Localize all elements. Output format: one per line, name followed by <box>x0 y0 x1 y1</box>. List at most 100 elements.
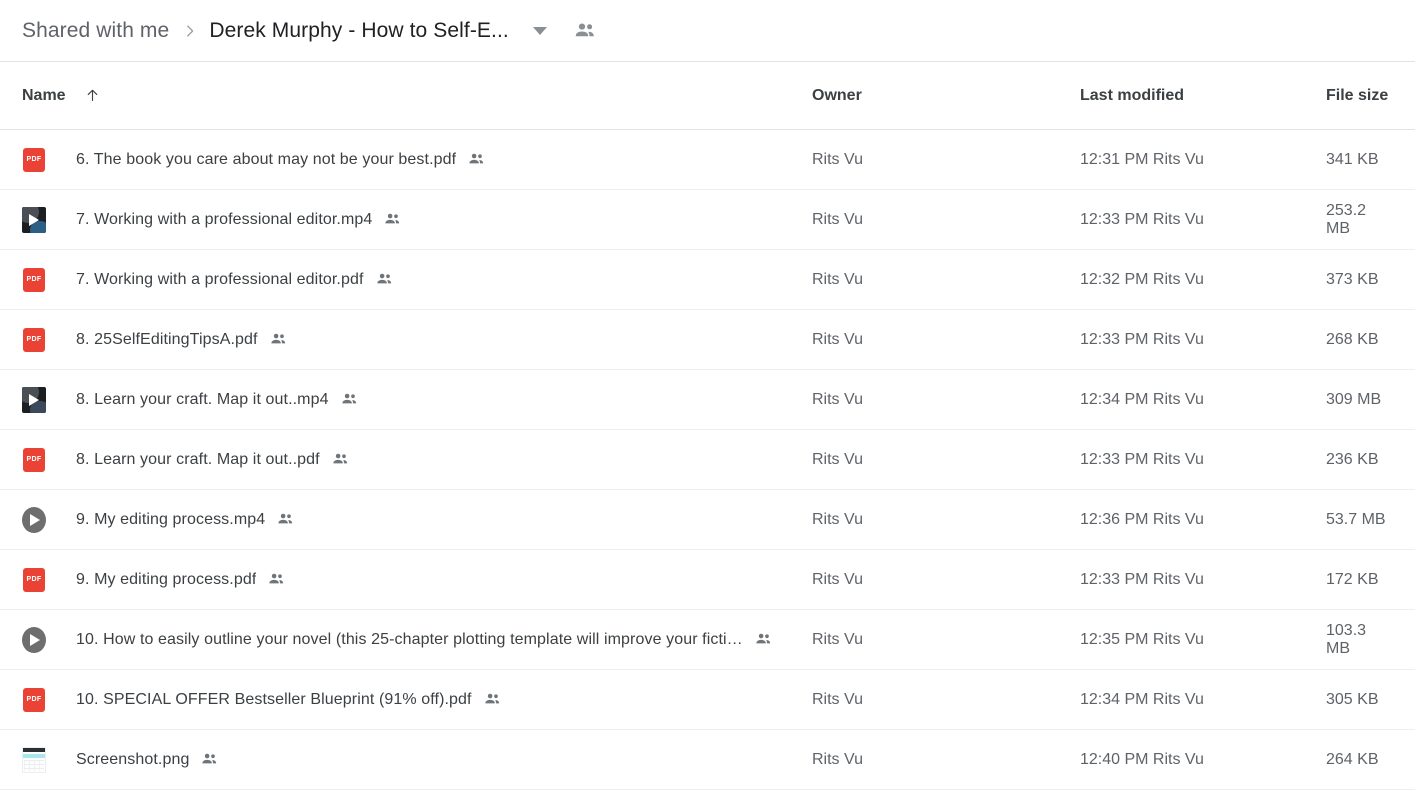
file-name-cell[interactable]: 7. Working with a professional editor.mp… <box>22 206 812 233</box>
file-row[interactable]: 7. Working with a professional editor.mp… <box>0 190 1415 250</box>
pdf-icon-label: PDF <box>23 567 45 592</box>
people-shared-icon <box>754 630 773 649</box>
file-size: 172 KB <box>1326 570 1379 588</box>
file-row[interactable]: 10. How to easily outline your novel (th… <box>0 610 1415 670</box>
file-row[interactable]: 8. Learn your craft. Map it out..mp4 Rits… <box>0 370 1415 430</box>
pdf-icon: PDF <box>22 327 46 352</box>
table-header-row: Name Owner Last modified File size <box>0 62 1415 130</box>
image-thumbnail-preview <box>22 746 46 773</box>
pdf-icon-label: PDF <box>23 147 45 172</box>
column-header-name-label: Name <box>22 86 66 104</box>
pdf-icon: PDF <box>22 687 46 712</box>
people-shared-icon <box>331 450 350 469</box>
column-header-owner[interactable]: Owner <box>812 87 1080 105</box>
video-thumbnail-image <box>22 206 46 233</box>
video-play-circle-icon <box>22 626 46 653</box>
video-thumbnail-icon <box>22 206 46 233</box>
image-thumbnail-icon <box>22 746 46 773</box>
file-name-label: 10. How to easily outline your novel (th… <box>76 630 743 648</box>
file-list: PDF 6. The book you care about may not be… <box>0 130 1415 790</box>
file-last-modified: 12:33 PM Rits Vu <box>1080 330 1204 348</box>
file-name-cell[interactable]: 9. My editing process.mp4 <box>22 506 812 533</box>
file-row[interactable]: PDF 8. Learn your craft. Map it out..pdf R… <box>0 430 1415 490</box>
file-name-label: Screenshot.png <box>76 750 190 768</box>
play-circle-shape <box>22 626 46 653</box>
file-name-cell[interactable]: PDF 6. The book you care about may not be… <box>22 147 812 172</box>
file-name-cell[interactable]: Screenshot.png <box>22 746 812 773</box>
file-name-cell[interactable]: PDF 9. My editing process.pdf <box>22 567 812 592</box>
file-owner: Rits Vu <box>812 630 863 648</box>
breadcrumb-bar: Shared with me Derek Murphy - How to Sel… <box>0 0 1415 62</box>
file-row[interactable]: PDF 9. My editing process.pdf Rits Vu 12:33… <box>0 550 1415 610</box>
file-size: 309 MB <box>1326 390 1382 408</box>
file-name-cell[interactable]: PDF 8. Learn your craft. Map it out..pdf <box>22 447 812 472</box>
file-name-label: 7. Working with a professional editor.pd… <box>76 270 364 288</box>
file-name-cell[interactable]: PDF 8. 25SelfEditingTipsA.pdf <box>22 327 812 352</box>
file-owner: Rits Vu <box>812 510 863 528</box>
people-shared-icon[interactable] <box>573 19 597 43</box>
pdf-icon-label: PDF <box>23 687 45 712</box>
file-last-modified: 12:34 PM Rits Vu <box>1080 390 1204 408</box>
file-owner: Rits Vu <box>812 330 863 348</box>
file-name-cell[interactable]: PDF 10. SPECIAL OFFER Bestseller Blueprin… <box>22 687 812 712</box>
column-header-last-modified[interactable]: Last modified <box>1080 87 1326 105</box>
file-size: 253.2 MB <box>1326 201 1367 237</box>
people-shared-icon <box>467 150 486 169</box>
file-size: 341 KB <box>1326 150 1379 168</box>
file-row[interactable]: PDF 7. Working with a professional editor… <box>0 250 1415 310</box>
file-last-modified: 12:33 PM Rits Vu <box>1080 450 1204 468</box>
file-name-cell[interactable]: 8. Learn your craft. Map it out..mp4 <box>22 386 812 413</box>
pdf-icon: PDF <box>22 147 46 172</box>
file-owner: Rits Vu <box>812 270 863 288</box>
file-name-label: 7. Working with a professional editor.mp… <box>76 210 373 228</box>
chevron-down-icon[interactable] <box>529 20 551 42</box>
file-size: 53.7 MB <box>1326 510 1386 528</box>
breadcrumb-root-link[interactable]: Shared with me <box>22 19 169 43</box>
people-shared-icon <box>269 330 288 349</box>
file-size: 103.3 MB <box>1326 621 1367 657</box>
file-name-label: 9. My editing process.mp4 <box>76 510 266 528</box>
file-last-modified: 12:33 PM Rits Vu <box>1080 570 1204 588</box>
file-row[interactable]: 9. My editing process.mp4 Rits Vu 12:36 PM… <box>0 490 1415 550</box>
file-owner: Rits Vu <box>812 450 863 468</box>
file-size: 268 KB <box>1326 330 1379 348</box>
file-name-label: 9. My editing process.pdf <box>76 570 257 588</box>
file-last-modified: 12:33 PM Rits Vu <box>1080 210 1204 228</box>
column-header-file-size[interactable]: File size <box>1326 87 1393 105</box>
people-shared-icon <box>267 570 286 589</box>
file-owner: Rits Vu <box>812 690 863 708</box>
file-last-modified: 12:34 PM Rits Vu <box>1080 690 1204 708</box>
file-name-label: 8. Learn your craft. Map it out..mp4 <box>76 390 329 408</box>
file-row[interactable]: Screenshot.png Rits Vu 12:40 PM Rits Vu 264… <box>0 730 1415 790</box>
chevron-right-icon <box>181 22 199 40</box>
people-shared-icon <box>200 750 219 769</box>
file-owner: Rits Vu <box>812 390 863 408</box>
file-row[interactable]: PDF 10. SPECIAL OFFER Bestseller Blueprin… <box>0 670 1415 730</box>
file-last-modified: 12:36 PM Rits Vu <box>1080 510 1204 528</box>
arrow-up-icon[interactable] <box>84 87 101 104</box>
file-row[interactable]: PDF 6. The book you care about may not be… <box>0 130 1415 190</box>
people-shared-icon <box>483 690 502 709</box>
file-owner: Rits Vu <box>812 150 863 168</box>
file-name-label: 8. 25SelfEditingTipsA.pdf <box>76 330 258 348</box>
column-header-name[interactable]: Name <box>22 87 812 105</box>
breadcrumb-current-folder[interactable]: Derek Murphy - How to Self-E... <box>209 19 509 43</box>
file-name-label: 10. SPECIAL OFFER Bestseller Blueprint (… <box>76 690 472 708</box>
file-owner: Rits Vu <box>812 570 863 588</box>
pdf-icon: PDF <box>22 447 46 472</box>
file-size: 305 KB <box>1326 690 1379 708</box>
video-thumbnail-icon <box>22 386 46 413</box>
file-row[interactable]: PDF 8. 25SelfEditingTipsA.pdf Rits Vu 12:33… <box>0 310 1415 370</box>
file-last-modified: 12:35 PM Rits Vu <box>1080 630 1204 648</box>
file-name-cell[interactable]: 10. How to easily outline your novel (th… <box>22 626 812 653</box>
file-owner: Rits Vu <box>812 750 863 768</box>
file-size: 373 KB <box>1326 270 1379 288</box>
file-name-cell[interactable]: PDF 7. Working with a professional editor… <box>22 267 812 292</box>
pdf-icon-label: PDF <box>23 447 45 472</box>
people-shared-icon <box>375 270 394 289</box>
file-owner: Rits Vu <box>812 210 863 228</box>
people-shared-icon <box>276 510 295 529</box>
file-size: 264 KB <box>1326 750 1379 768</box>
pdf-icon-label: PDF <box>23 327 45 352</box>
video-thumbnail-image <box>22 386 46 413</box>
